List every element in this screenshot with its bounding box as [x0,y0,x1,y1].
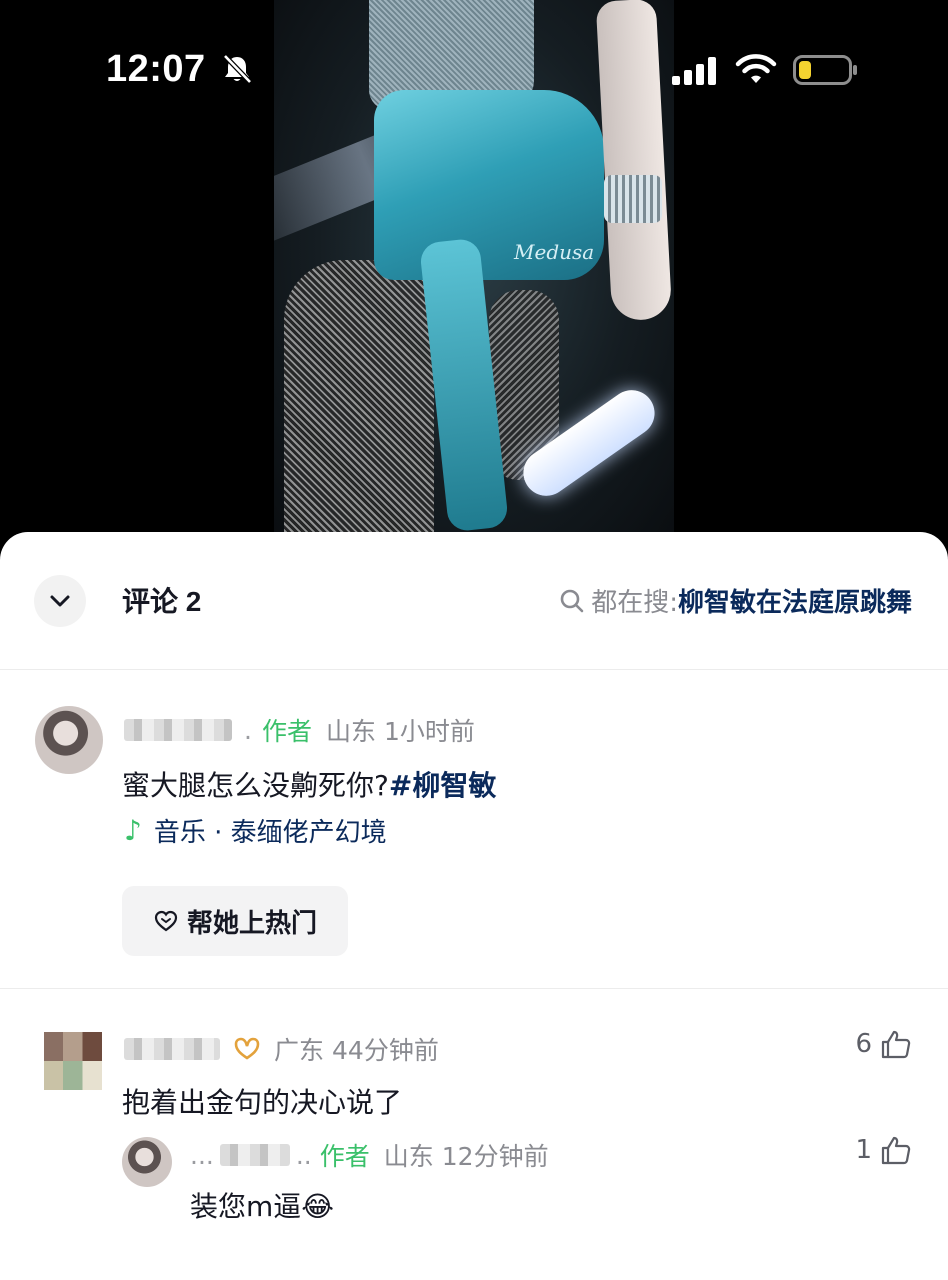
music-label: 音乐 · 泰缅佬产幻境 [153,818,387,848]
status-time: 12:07 [106,48,206,90]
battery-low-icon [793,55,857,85]
heart-hands-icon [154,910,178,932]
reply-meta: ... .. 作者 山东 12分钟前 [190,1137,549,1173]
search-suggestion[interactable]: 都在搜: 柳智敏在法庭原跳舞 [559,582,912,619]
wifi-icon [735,54,777,83]
fan-badge-icon [234,1037,260,1060]
comment-location: 山东 [383,1142,434,1171]
comment-item: 广东 44分钟前 抱着出金句的决心说了 6 ... .. 作者 山东 12分钟前 [0,989,948,1280]
reply-item: ... .. 作者 山东 12分钟前 装您m逼😂 1 [0,1127,948,1237]
username-tail: .. [295,1140,312,1170]
author-tag: 作者 [261,717,312,746]
avatar[interactable] [35,706,103,774]
comment-text[interactable]: 蜜大腿怎么没齁死你?#柳智敏 [122,764,496,804]
thumbs-up-icon [881,1030,911,1059]
reply-text[interactable]: 装您m逼😂 [190,1185,334,1225]
like-count: 1 [855,1135,872,1165]
boost-label: 帮她上热门 [186,908,317,939]
collapse-button[interactable] [34,575,86,627]
blurred-username[interactable] [124,719,232,741]
dancer-leg-left [284,260,434,545]
username-tail: . [244,715,252,745]
comment-count-title: 评论 2 [122,586,202,617]
skirt-logo-text: Medusa [514,240,595,264]
search-suggestion-term[interactable]: 柳智敏在法庭原跳舞 [678,582,912,619]
comment-meta: 广东 44分钟前 [124,1031,439,1067]
reply-body: 装您m逼 [190,1190,302,1223]
laughing-emoji-icon: 😂 [301,1190,334,1223]
like-count: 6 [855,1029,872,1059]
comment-meta: . 作者 山东 1小时前 [124,712,475,748]
hashtag-link[interactable]: #柳智敏 [389,769,496,802]
comment-time: 1小时前 [383,717,475,746]
comment-location: 广东 [274,1036,325,1065]
comment-time: 44分钟前 [332,1036,439,1065]
username-prefix: ... [190,1140,214,1170]
like-button[interactable]: 6 [855,1029,912,1059]
music-link[interactable]: ♪ 音乐 · 泰缅佬产幻境 [124,812,387,849]
thumbs-up-icon [881,1136,911,1165]
comment-location: 山东 [325,717,376,746]
author-tag: 作者 [319,1142,370,1171]
comment-text[interactable]: 抱着出金句的决心说了 [122,1081,402,1121]
dancer-bracelet [604,175,662,223]
like-button[interactable]: 1 [855,1135,912,1165]
blurred-username[interactable] [124,1038,220,1060]
boost-hot-button[interactable]: 帮她上热门 [122,886,348,956]
blurred-username[interactable] [219,1144,290,1166]
chevron-down-icon [50,595,70,607]
music-note-icon: ♪ [124,814,142,847]
avatar[interactable] [122,1137,172,1187]
comment-body: 蜜大腿怎么没齁死你? [122,769,389,802]
search-icon [560,589,584,612]
comment-sheet: 评论 2 都在搜: 柳智敏在法庭原跳舞 . 作者 山东 1小时前 蜜大腿怎么没齁… [0,532,948,1280]
bell-slash-icon [223,54,252,84]
comment-time: 12分钟前 [441,1142,549,1171]
search-suggestion-prefix: 都在搜: [591,588,678,618]
comment-sheet-header: 评论 2 都在搜: 柳智敏在法庭原跳舞 [0,532,948,670]
signal-icon [672,57,716,85]
comment-item: . 作者 山东 1小时前 蜜大腿怎么没齁死你?#柳智敏 ♪ 音乐 · 泰缅佬产幻… [0,670,948,988]
avatar-pixel-row [44,1061,102,1090]
status-bar: 12:07 [0,0,948,140]
